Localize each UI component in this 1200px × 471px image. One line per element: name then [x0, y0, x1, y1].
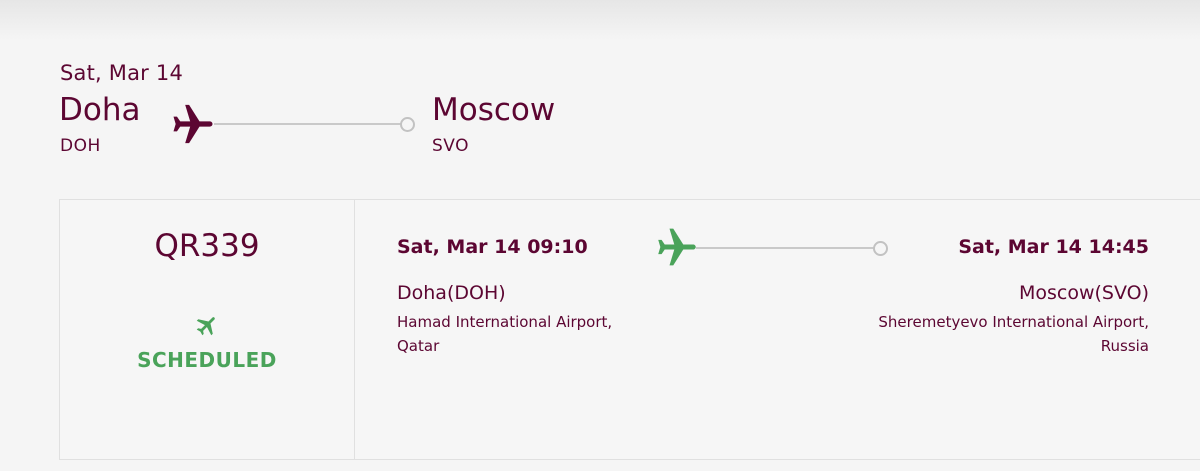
departure-country: Qatar [397, 337, 440, 355]
destination-city: Moscow [432, 92, 556, 128]
arrival-airport: Sheremetyevo International Airport, Russ… [859, 310, 1149, 358]
route-progress-line [214, 123, 401, 125]
route-destination-dot [400, 117, 415, 132]
flight-progress-line [696, 247, 874, 249]
airplane-icon [652, 222, 702, 272]
departure-airport-name: Hamad International Airport, [397, 313, 613, 331]
origin-city: Doha [59, 92, 141, 128]
airplane-icon [193, 311, 221, 339]
origin-code: DOH [60, 136, 101, 156]
top-shade [0, 0, 1200, 40]
route-date: Sat, Mar 14 [60, 61, 184, 85]
arrival-datetime: Sat, Mar 14 14:45 [958, 236, 1149, 258]
departure-datetime: Sat, Mar 14 09:10 [397, 236, 588, 258]
destination-code: SVO [432, 136, 470, 156]
departure-city: Doha(DOH) [397, 282, 506, 304]
status-badge: SCHEDULED [137, 348, 277, 372]
arrival-country: Russia [1100, 337, 1149, 355]
flight-number: QR339 [154, 228, 260, 264]
departure-airport: Hamad International Airport, Qatar [397, 310, 637, 358]
arrival-city: Moscow(SVO) [1018, 282, 1149, 304]
arrival-airport-name: Sheremetyevo International Airport, [878, 313, 1149, 331]
flight-destination-dot [873, 241, 888, 256]
flight-card[interactable]: QR339 SCHEDULED Sat, Mar 14 09:10 Doha(D… [59, 199, 1200, 460]
airplane-icon [167, 98, 219, 150]
flight-summary-panel: QR339 SCHEDULED [60, 200, 355, 459]
